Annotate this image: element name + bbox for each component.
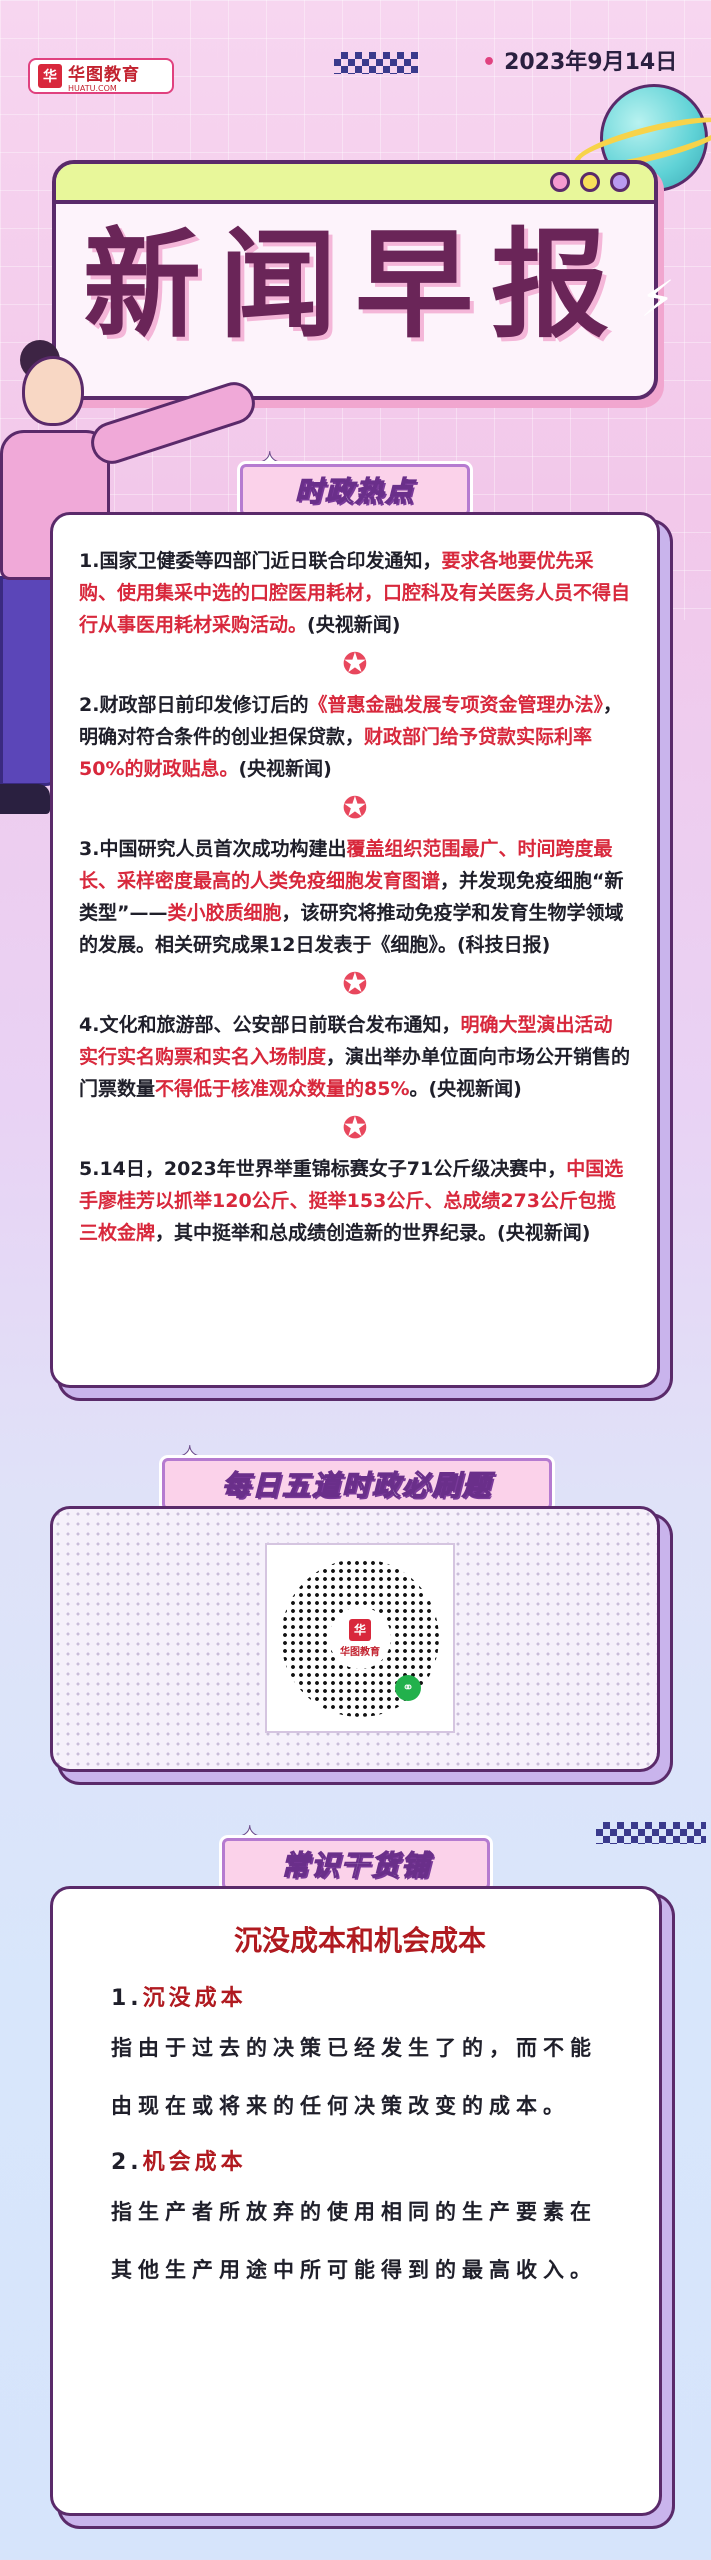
- news-text: 5.14日，2023年世界举重锦标赛女子71公斤级决赛中，: [79, 1158, 567, 1180]
- logo-mark-icon: 华: [38, 64, 62, 88]
- dot-icon: [610, 172, 630, 192]
- window-dots: [550, 172, 630, 192]
- figure-shoe: [0, 784, 50, 814]
- page-title: 新闻早报: [82, 216, 627, 354]
- news-highlight: 不得低于核准观众数量的85%: [155, 1078, 410, 1100]
- mini-program-icon: ⚭: [395, 1675, 421, 1701]
- news-highlight: 类小胶质细胞: [167, 902, 282, 924]
- news-card: 1.国家卫健委等四部门近日联合印发通知，要求各地要优先采购、使用集采中选的口腔医…: [50, 512, 660, 1388]
- star-icon: ✪: [342, 967, 368, 1002]
- logo-name: 华图教育: [68, 64, 140, 85]
- knowledge-item-number: 2.: [111, 2150, 143, 2175]
- dot-icon: [550, 172, 570, 192]
- news-item-5: 5.14日，2023年世界举重锦标赛女子71公斤级决赛中，中国选手廖桂芳以抓举1…: [79, 1153, 631, 1249]
- knowledge-item-body: 指由于过去的决策已经发生了的，而不能由现在或将来的任何决策改变的成本。: [111, 2036, 597, 2118]
- news-item-4: 4.文化和旅游部、公安部日前联合发布通知，明确大型演出活动实行实名购票和实名入场…: [79, 1009, 631, 1105]
- news-text: 3.中国研究人员首次成功构建出: [79, 838, 347, 860]
- section-badge-daily: 每日五道时政必刷题: [162, 1458, 552, 1510]
- knowledge-item-name: 沉没成本: [142, 1986, 247, 2011]
- news-source: (央视新闻): [238, 758, 332, 780]
- board-topbar: [56, 164, 654, 204]
- lightning-icon: ⚡: [640, 270, 676, 328]
- news-text: ，其中挺举和总成绩创造新的世界纪录。(央视新闻): [155, 1222, 591, 1244]
- logo-domain: HUATU.COM: [68, 83, 117, 93]
- knowledge-item-body: 指生产者所放弃的使用相同的生产要素在其他生产用途中所可能得到的最高收入。: [111, 2200, 597, 2282]
- brand-logo[interactable]: 华 华图教育 HUATU.COM: [28, 58, 174, 94]
- checker-decoration: [334, 52, 418, 74]
- logo-mark-icon: 华: [349, 1618, 371, 1641]
- knowledge-title: 沉没成本和机会成本: [233, 1924, 486, 1957]
- section-badge-politics: 时政热点: [240, 464, 470, 516]
- qr-brand-label: 华图教育: [340, 1646, 380, 1658]
- news-text: 2.财政部日前印发修订后的: [79, 694, 309, 716]
- title-board: 新闻早报: [52, 160, 658, 400]
- dot-icon: [580, 172, 600, 192]
- section-badge-knowledge: 常识干货铺: [222, 1838, 490, 1890]
- star-icon: ✪: [342, 647, 368, 682]
- qr-center-logo: 华 华图教育: [329, 1607, 391, 1669]
- news-text: 1.国家卫健委等四部门近日联合印发通知，: [79, 550, 442, 572]
- knowledge-card: 沉没成本和机会成本 1.沉没成本 指由于过去的决策已经发生了的，而不能由现在或将…: [50, 1886, 662, 2516]
- star-icon: ✪: [342, 1111, 368, 1146]
- news-source: 。(央视新闻): [409, 1078, 522, 1100]
- news-item-2: 2.财政部日前印发修订后的《普惠金融发展专项资金管理办法》，明确对符合条件的创业…: [79, 689, 631, 785]
- news-item-3: 3.中国研究人员首次成功构建出覆盖组织范围最广、时间跨度最长、采样密度最高的人类…: [79, 833, 631, 961]
- news-source: (央视新闻): [307, 614, 401, 636]
- qr-card: 华 华图教育 ⚭: [50, 1506, 660, 1772]
- news-item-1: 1.国家卫健委等四部门近日联合印发通知，要求各地要优先采购、使用集采中选的口腔医…: [79, 545, 631, 641]
- knowledge-item-heading: 1.沉没成本: [111, 1979, 609, 2019]
- knowledge-item-number: 1.: [111, 1986, 143, 2011]
- date-label: 2023年9月14日: [482, 44, 677, 76]
- knowledge-item-heading: 2.机会成本: [111, 2143, 609, 2183]
- knowledge-item-name: 机会成本: [142, 2150, 247, 2175]
- figure-head: [22, 356, 84, 426]
- news-text: 4.文化和旅游部、公安部日前联合发布通知，: [79, 1014, 461, 1036]
- qr-code-icon[interactable]: 华 华图教育 ⚭: [265, 1543, 455, 1733]
- checker-decoration: [596, 1822, 706, 1844]
- news-highlight: 《普惠金融发展专项资金管理办法》: [308, 694, 603, 716]
- star-icon: ✪: [342, 791, 368, 826]
